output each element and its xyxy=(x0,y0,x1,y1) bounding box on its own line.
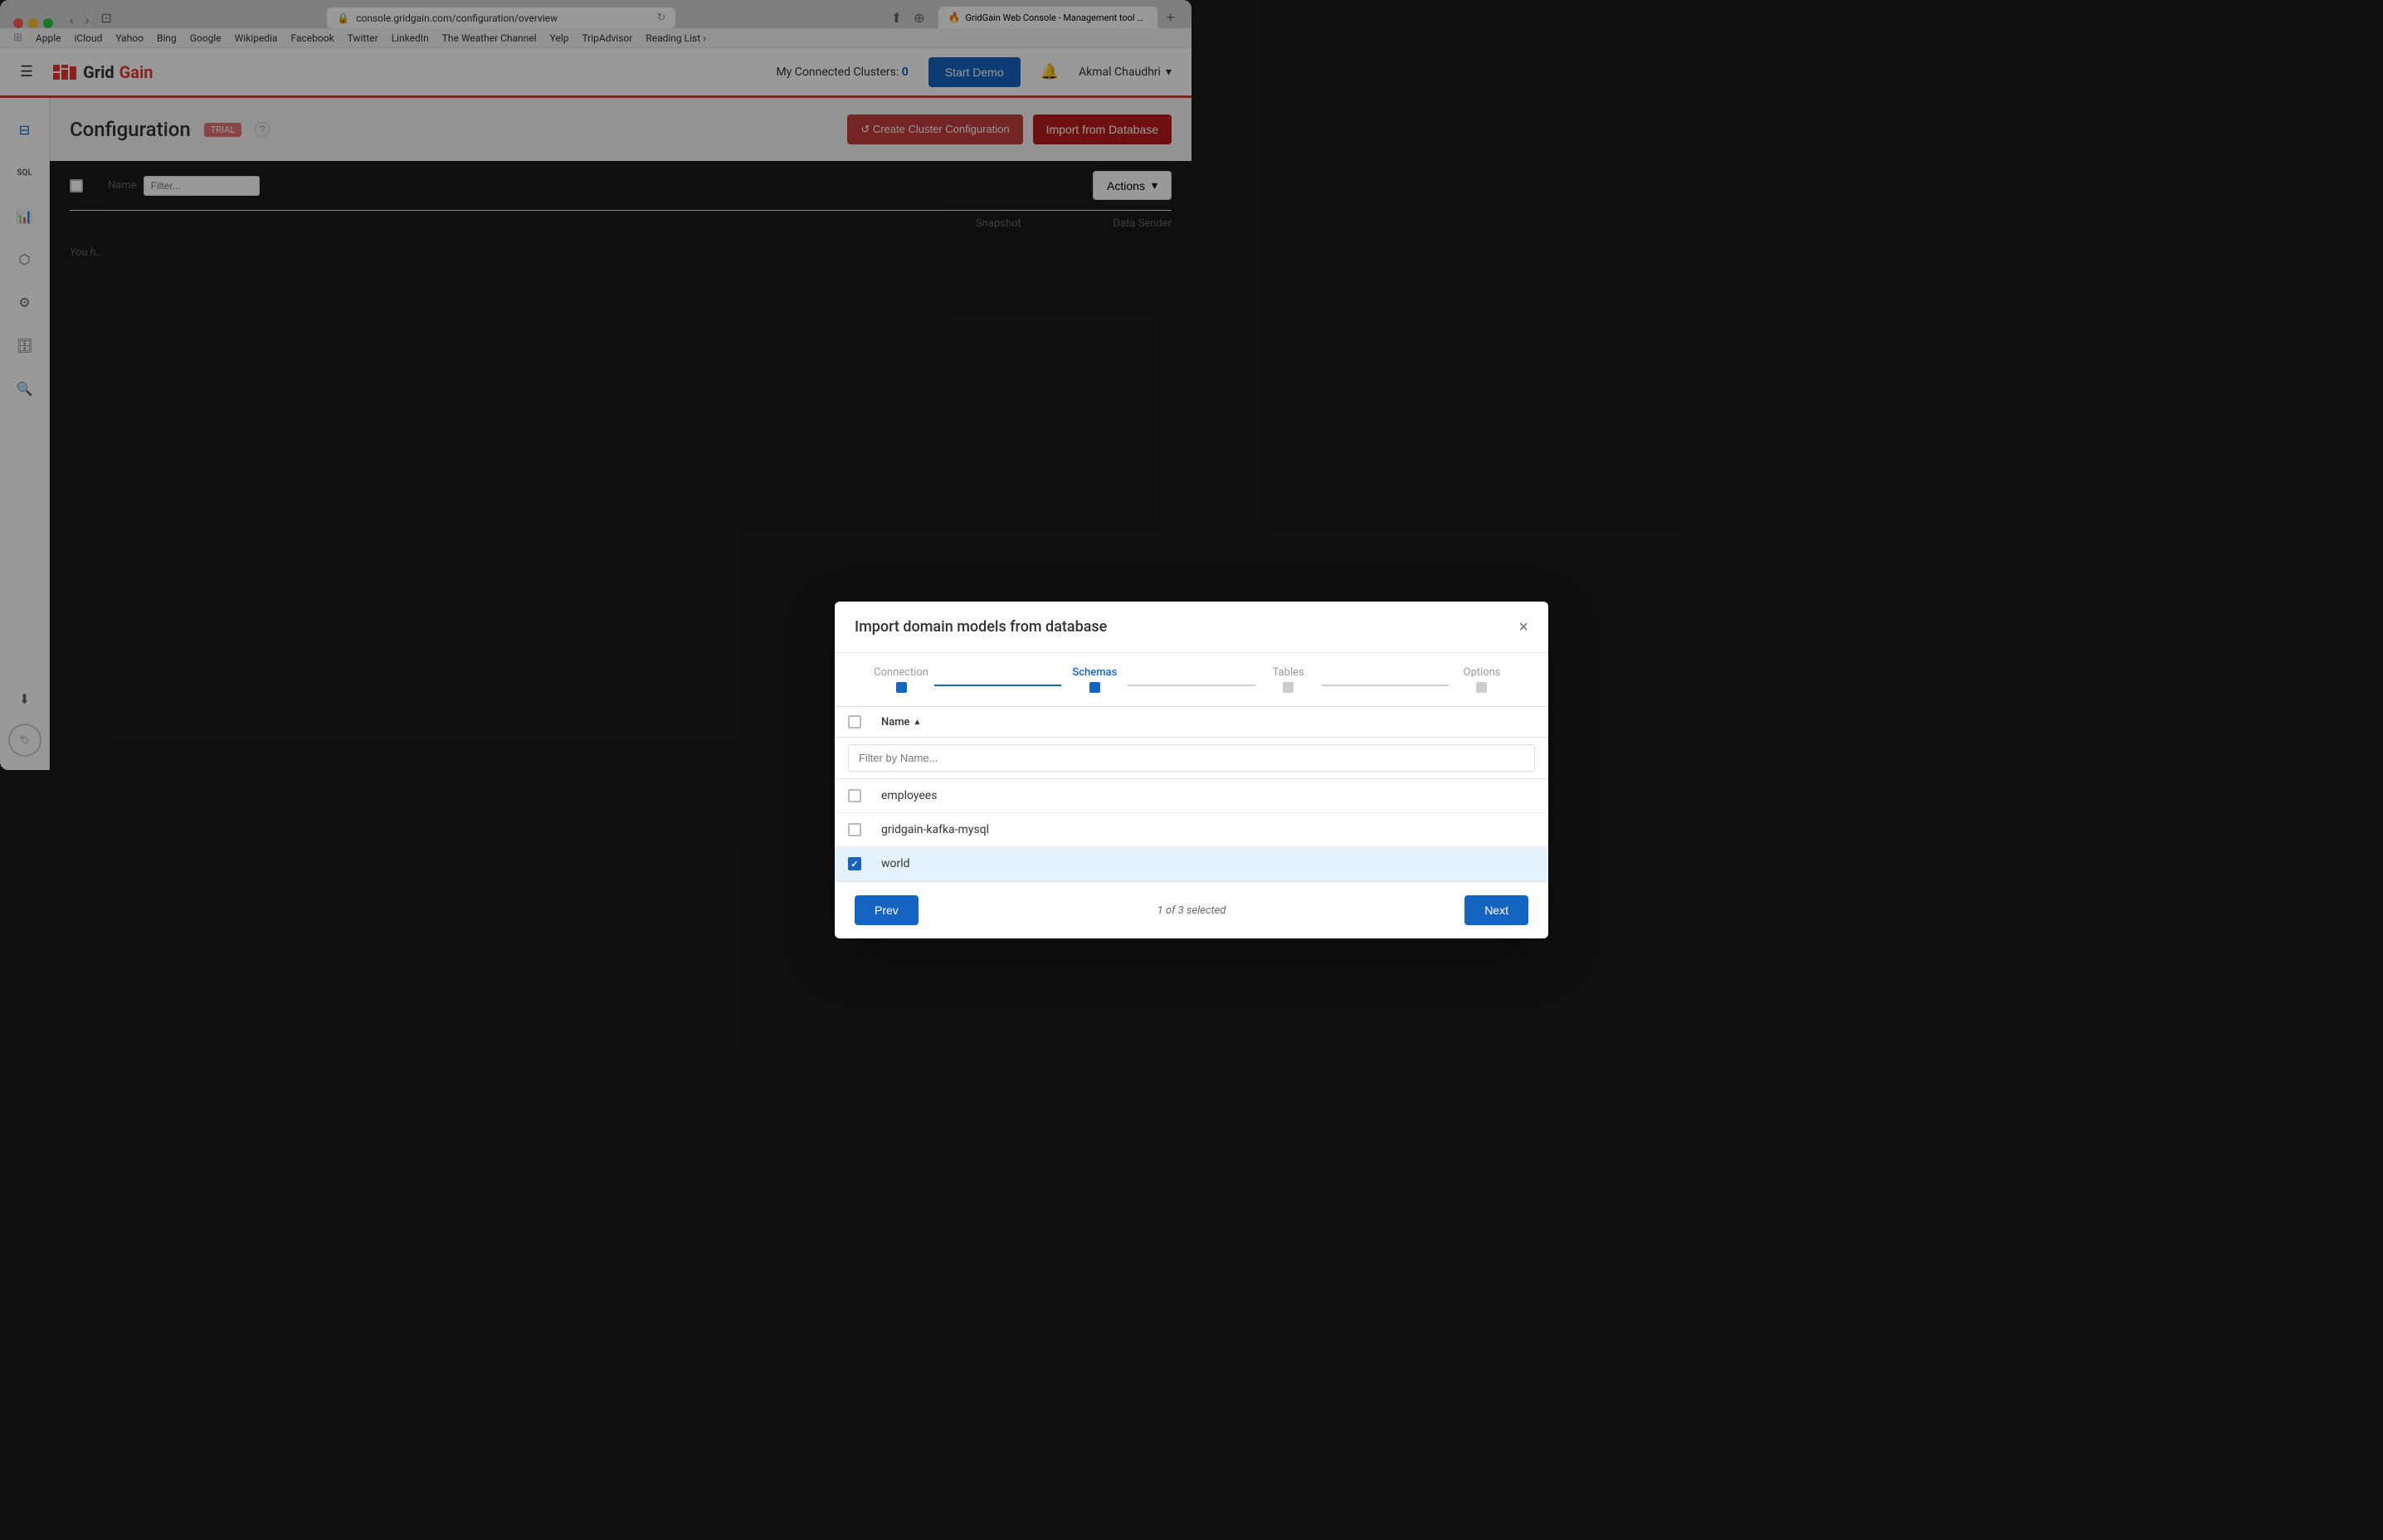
step-schemas: Schemas xyxy=(1061,666,1128,693)
modal-overlay: Import domain models from database × Con… xyxy=(0,0,1192,770)
step-line-2 xyxy=(1128,685,1192,686)
schema-list: Name ▲ employees xyxy=(835,707,1192,770)
modal-title: Import domain models from database xyxy=(855,618,1107,636)
step-schemas-label: Schemas xyxy=(1072,666,1117,679)
step-connection-dot xyxy=(896,682,907,693)
modal-header: Import domain models from database × xyxy=(835,602,1192,653)
schema-filter-input[interactable] xyxy=(848,744,1192,770)
schema-filter-row xyxy=(835,738,1192,770)
step-connection: Connection xyxy=(868,666,934,693)
step-connection-label: Connection xyxy=(874,666,928,679)
header-checkbox-col xyxy=(848,715,881,729)
schema-select-all-checkbox[interactable] xyxy=(848,715,861,729)
stepper: Connection Schemas Tables xyxy=(835,653,1192,707)
schema-name-col-header: Name ▲ xyxy=(881,716,1192,729)
schema-list-header: Name ▲ xyxy=(835,707,1192,738)
step-line-1 xyxy=(934,685,1061,686)
sort-ascending-icon[interactable]: ▲ xyxy=(914,718,922,727)
schema-col-name-label: Name xyxy=(881,716,910,729)
modal-dialog: Import domain models from database × Con… xyxy=(835,602,1192,770)
step-schemas-dot xyxy=(1089,682,1100,693)
